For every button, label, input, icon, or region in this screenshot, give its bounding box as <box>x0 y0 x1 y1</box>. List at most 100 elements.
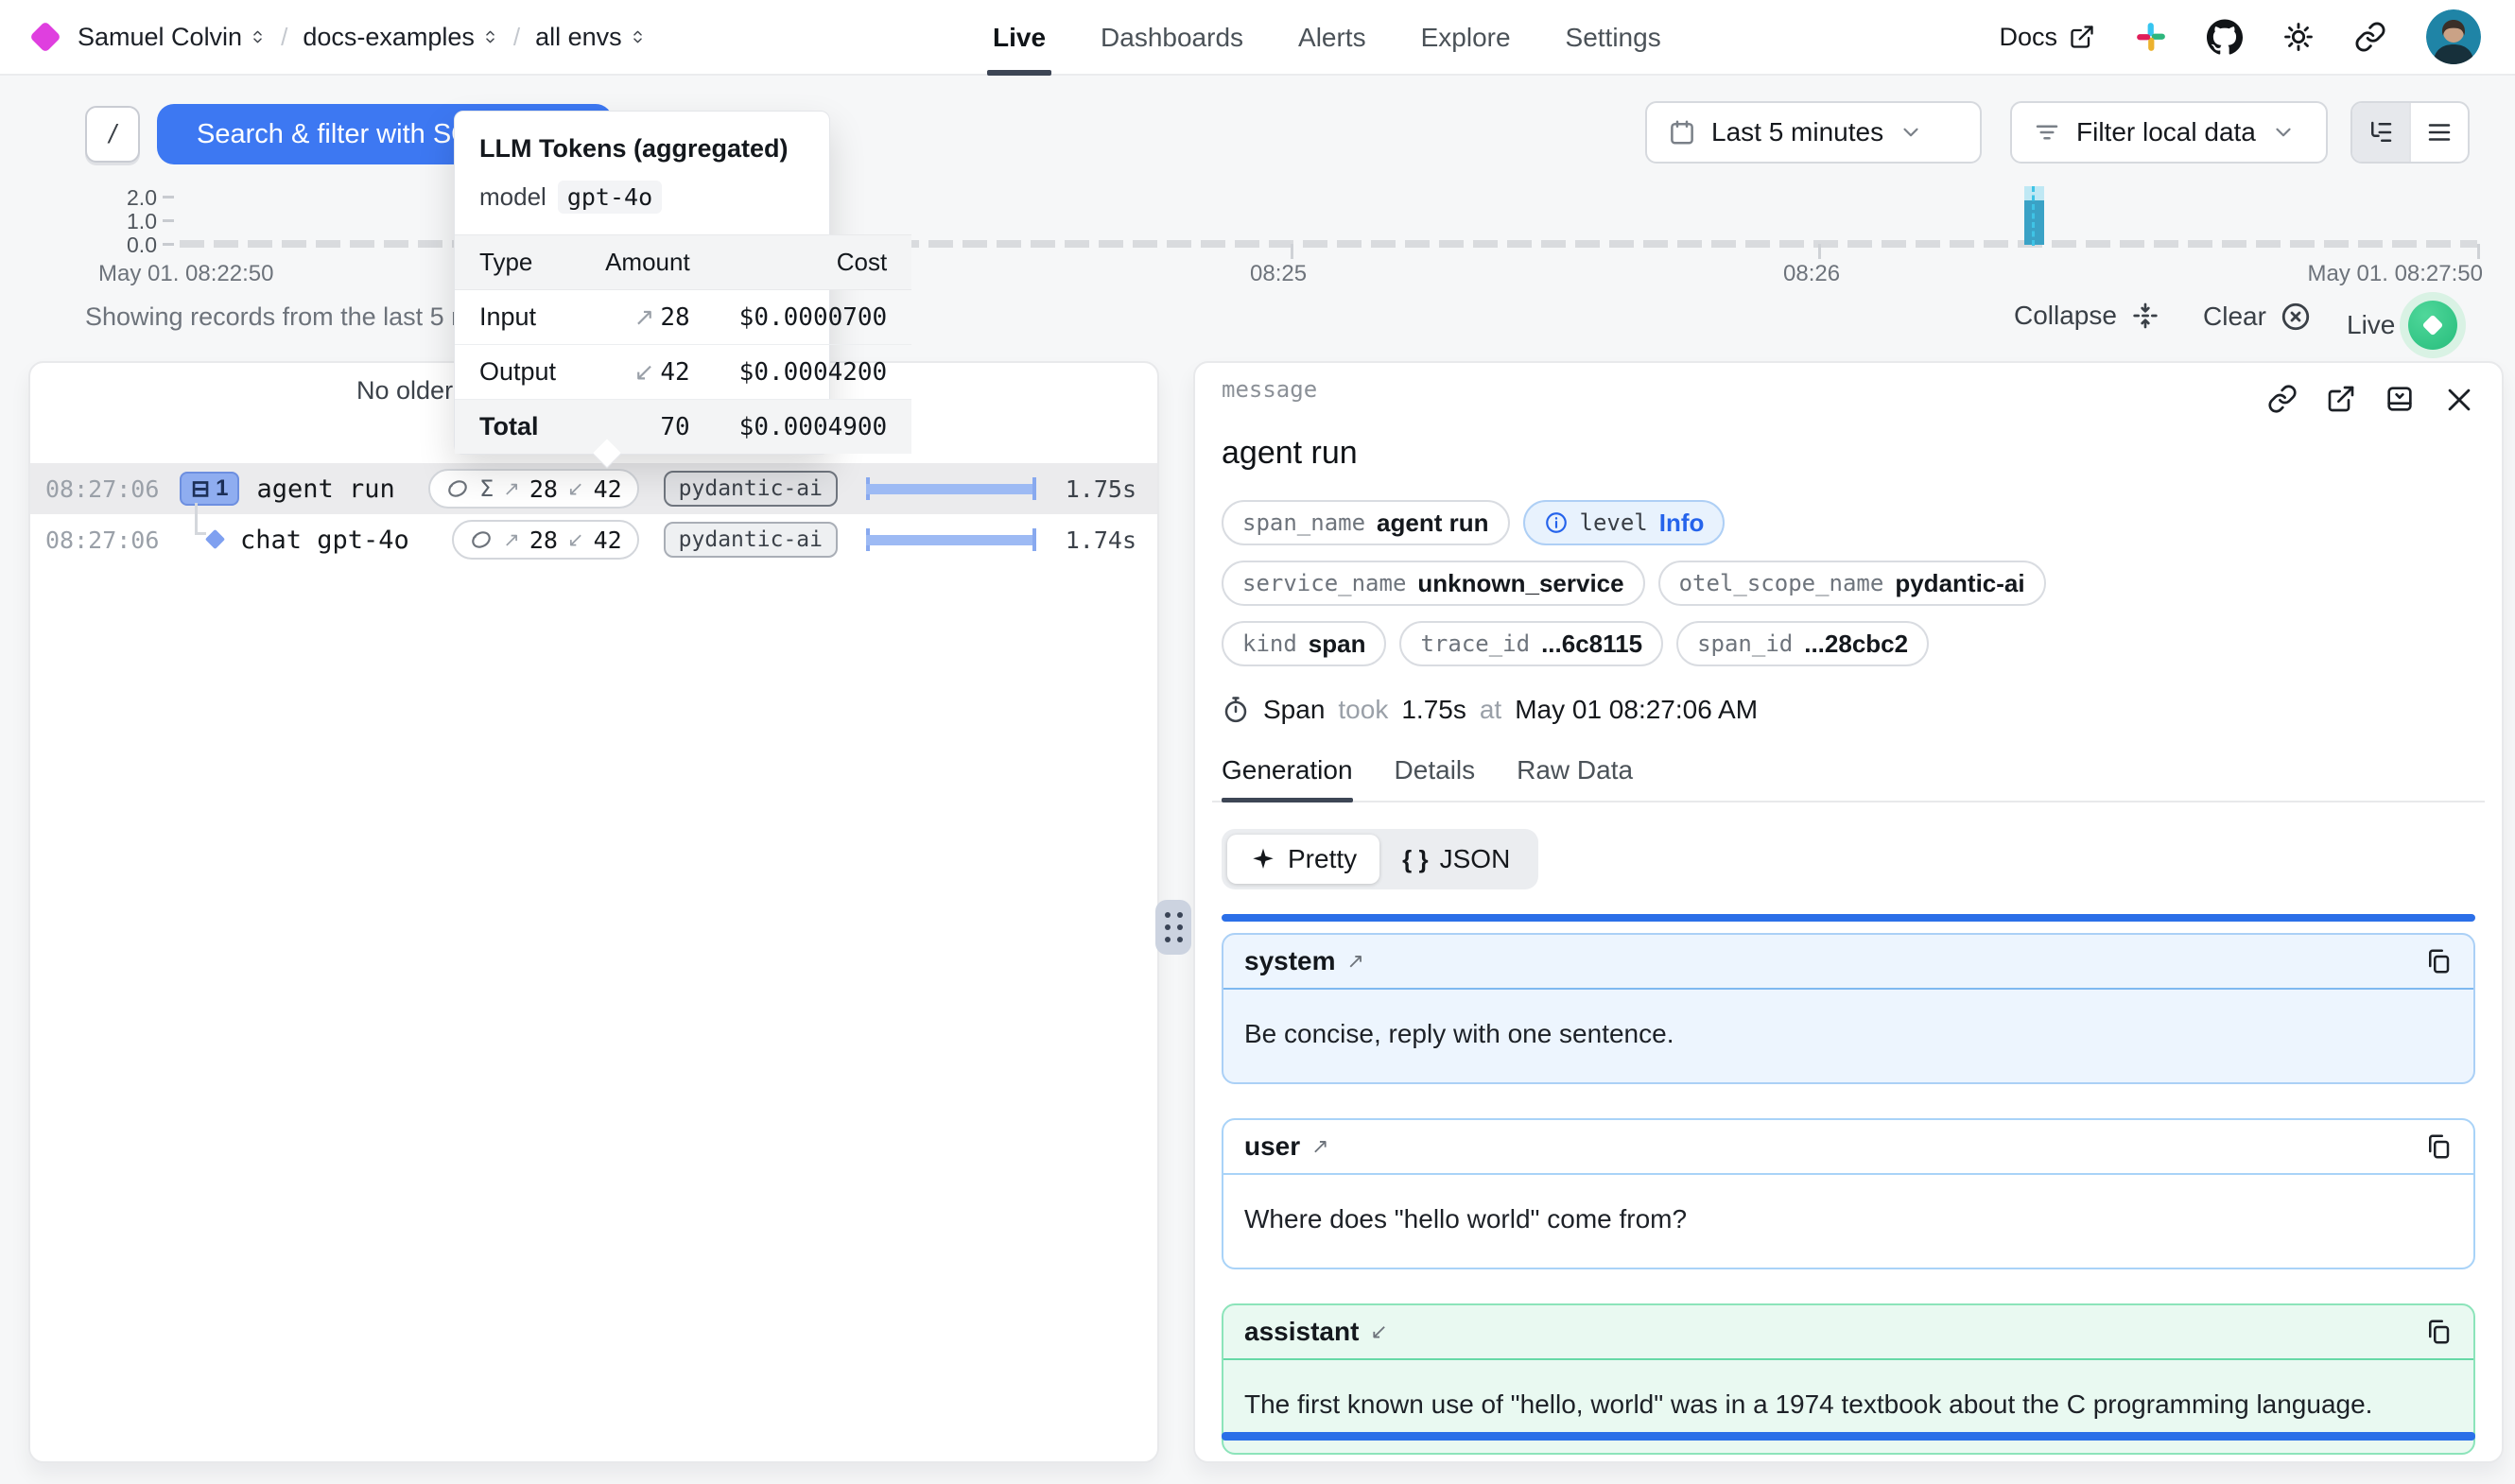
trace-rows: 08:27:06 ⊟1 agent run Σ ↗ 28 ↙ 42 pydant… <box>30 463 1157 565</box>
list-view-button[interactable] <box>2409 103 2468 162</box>
stopwatch-icon <box>1222 696 1250 724</box>
badge-service-name[interactable]: service_name unknown_service <box>1222 561 1645 606</box>
copy-icon[interactable] <box>2424 1318 2453 1346</box>
role-label: user <box>1244 1131 1300 1162</box>
open-external-icon[interactable] <box>2326 384 2356 416</box>
slash-shortcut-key[interactable]: / <box>85 106 140 163</box>
chevron-updown-icon <box>250 26 266 47</box>
main-nav: Live Dashboards Alerts Explore Settings <box>993 0 1661 76</box>
json-toggle-button[interactable]: { } JSON <box>1379 835 1533 884</box>
duration-text: 1.75s <box>1036 475 1136 503</box>
tab-generation[interactable]: Generation <box>1222 755 1353 801</box>
json-label: JSON <box>1440 844 1511 874</box>
badge-span-name[interactable]: span_name agent run <box>1222 500 1510 545</box>
collapse-icon <box>2130 301 2160 331</box>
span-title: agent run <box>1222 435 2485 472</box>
duration-text: 1.74s <box>1036 526 1136 554</box>
nav-tab-alerts[interactable]: Alerts <box>1298 0 1366 76</box>
y-tick-2: 2.0 <box>91 185 157 211</box>
badge-trace-id[interactable]: trace_id ...6c8115 <box>1399 621 1663 666</box>
collapse-count-badge[interactable]: ⊟1 <box>180 472 239 506</box>
token-usage-pill[interactable]: Σ ↗ 28 ↙ 42 <box>428 469 639 509</box>
x-label-end: May 01. 08:27:50 <box>2308 261 2483 287</box>
dock-panel-icon[interactable] <box>2385 384 2415 416</box>
env-name: all envs <box>535 23 622 52</box>
input-arrow-icon: ↗ <box>503 528 520 551</box>
breadcrumb-org[interactable]: Samuel Colvin <box>78 23 266 52</box>
tree-view-icon <box>2367 118 2395 147</box>
scope-chip[interactable]: pydantic-ai <box>664 471 838 507</box>
showing-records-text: Showing records from the last 5 m <box>85 302 473 332</box>
breadcrumb-env[interactable]: all envs <box>535 23 646 52</box>
detail-tabs: Generation Details Raw Data <box>1212 755 2485 802</box>
close-panel-icon[interactable] <box>2443 384 2475 416</box>
x-label-start: May 01. 08:22:50 <box>98 261 273 287</box>
slack-icon[interactable] <box>2135 21 2167 53</box>
input-tokens: 28 <box>529 475 558 503</box>
filter-local-data-dropdown[interactable]: Filter local data <box>2010 101 2328 164</box>
docs-link[interactable]: Docs <box>1999 23 2095 52</box>
direction-arrow-icon: ↗ <box>1347 950 1364 974</box>
tree-view-button[interactable] <box>2352 103 2409 162</box>
chevron-updown-icon <box>482 26 498 47</box>
live-label: Live <box>2347 310 2395 340</box>
chevron-down-icon <box>2271 120 2296 145</box>
copy-link-icon[interactable] <box>2267 384 2298 416</box>
span-word: Span <box>1263 695 1325 725</box>
nav-tab-explore[interactable]: Explore <box>1421 0 1511 76</box>
timeline-rail-top <box>1222 914 2475 922</box>
copy-icon[interactable] <box>2424 947 2453 975</box>
theme-sun-icon[interactable] <box>2282 21 2315 53</box>
chevron-updown-icon <box>630 26 646 47</box>
github-icon[interactable] <box>2207 19 2243 55</box>
nav-tab-dashboards[interactable]: Dashboards <box>1101 0 1243 76</box>
y-tick-mark <box>163 243 174 246</box>
external-link-icon <box>2069 24 2095 50</box>
pretty-json-toggle: Pretty { } JSON <box>1222 829 1538 889</box>
scope-chip[interactable]: pydantic-ai <box>664 522 838 558</box>
circle-x-icon <box>2280 301 2312 333</box>
col-amount: Amount <box>581 235 715 290</box>
model-value: gpt-4o <box>558 181 662 214</box>
copy-icon[interactable] <box>2424 1132 2453 1161</box>
badge-span-id[interactable]: span_id ...28cbc2 <box>1676 621 1929 666</box>
token-usage-pill[interactable]: ↗ 28 ↙ 42 <box>452 520 638 560</box>
message-text: Be concise, reply with one sentence. <box>1223 988 2473 1082</box>
col-cost: Cost <box>715 235 912 290</box>
badge-level[interactable]: level Info <box>1523 500 1726 545</box>
app-root: Samuel Colvin / docs-examples / all envs… <box>0 0 2515 1484</box>
collapse-button[interactable]: Collapse <box>2014 301 2160 331</box>
col-type: Type <box>455 235 581 290</box>
no-older-note: No older <box>356 376 453 406</box>
message-text: Where does "hello world" come from? <box>1223 1173 2473 1268</box>
y-tick-1: 1.0 <box>91 209 157 234</box>
x-tick-mark <box>1291 244 1293 259</box>
span-name: agent run <box>256 475 394 504</box>
nav-tab-live[interactable]: Live <box>993 0 1046 76</box>
clear-button[interactable]: Clear <box>2203 301 2312 333</box>
input-tokens: 28 <box>529 526 558 554</box>
panel-resize-handle[interactable] <box>1155 900 1191 955</box>
trace-row-agent-run[interactable]: 08:27:06 ⊟1 agent run Σ ↗ 28 ↙ 42 pydant… <box>30 463 1157 514</box>
avatar[interactable] <box>2426 9 2481 64</box>
time-range-dropdown[interactable]: Last 5 minutes <box>1645 101 1982 164</box>
input-arrow-icon: ↗ <box>634 303 655 332</box>
breadcrumb-separator: / <box>513 23 520 52</box>
live-toggle[interactable]: Live <box>2347 301 2457 350</box>
info-icon <box>1544 510 1569 535</box>
nav-tab-settings[interactable]: Settings <box>1566 0 1661 76</box>
tab-details[interactable]: Details <box>1395 755 1476 801</box>
sigma-aggregate-icon: Σ <box>479 475 494 502</box>
tab-raw-data[interactable]: Raw Data <box>1517 755 1633 801</box>
badge-kind[interactable]: kind span <box>1222 621 1386 666</box>
share-link-icon[interactable] <box>2354 21 2386 53</box>
breadcrumb-project[interactable]: docs-examples <box>303 23 498 52</box>
trace-row-chat-gpt4o[interactable]: 08:27:06 chat gpt-4o ↗ 28 ↙ 42 pydantic-… <box>30 514 1157 565</box>
pretty-toggle-button[interactable]: Pretty <box>1227 835 1379 884</box>
output-arrow-icon: ↙ <box>567 528 584 551</box>
timeline-rail-bottom <box>1222 1432 2475 1441</box>
x-tick-mark <box>2477 244 2480 259</box>
message-header: user ↗ <box>1223 1120 2473 1173</box>
span-name: chat gpt-4o <box>240 526 409 555</box>
badge-otel-scope-name[interactable]: otel_scope_name pydantic-ai <box>1658 561 2046 606</box>
